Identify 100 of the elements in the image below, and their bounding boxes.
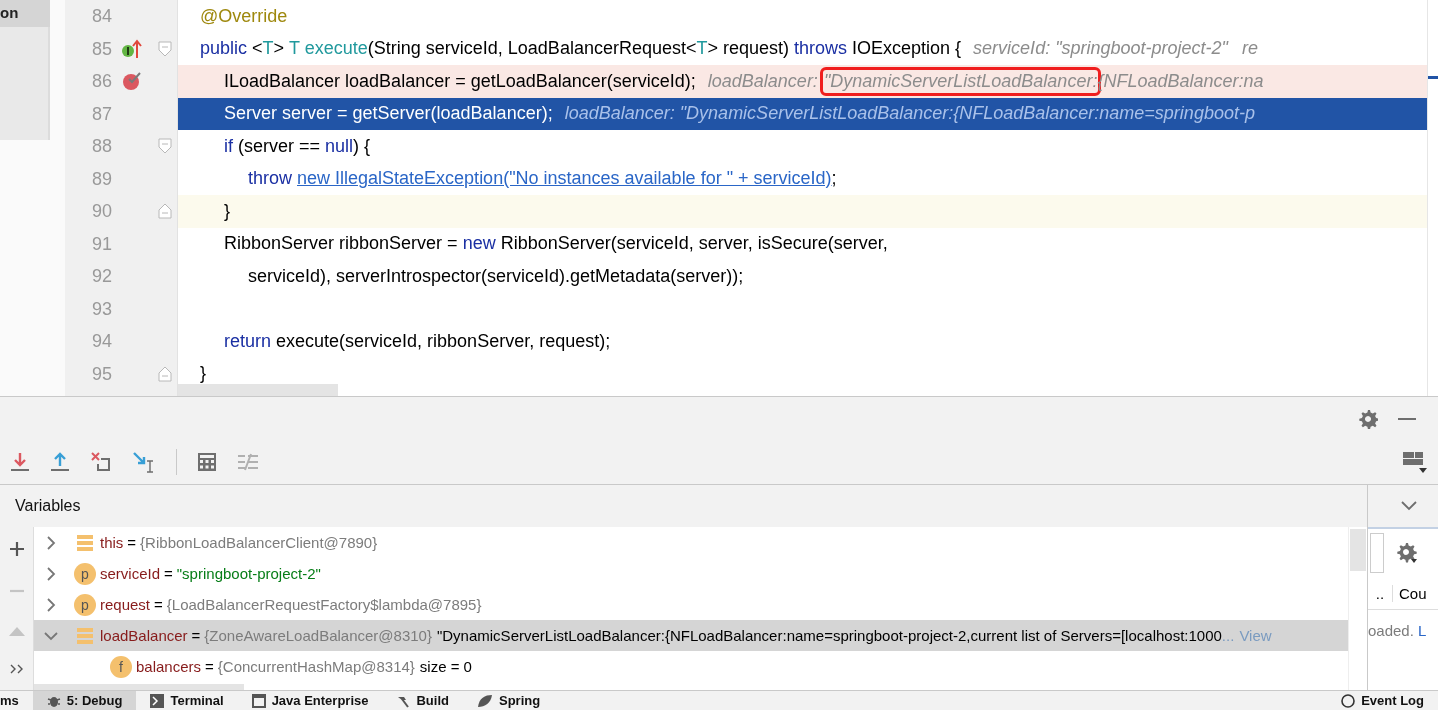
- code-text: }: [200, 363, 206, 385]
- equals-sign: =: [205, 658, 214, 675]
- string-value: "springboot-project-2": [176, 565, 321, 582]
- inline-value-hint: re: [1242, 38, 1259, 60]
- step-out-icon[interactable]: [50, 451, 70, 473]
- equals-sign: =: [154, 596, 163, 613]
- keyword-text: public: [200, 38, 248, 60]
- code-text: > request): [707, 38, 790, 60]
- implements-marker-icon[interactable]: [121, 37, 143, 60]
- ellipsis-text: ...: [1221, 627, 1235, 644]
- status-text: oaded.: [1368, 621, 1414, 639]
- variable-value: {ConcurrentHashMap@8314}: [217, 658, 415, 675]
- inline-value-hint: loadBalancer:: [707, 70, 818, 92]
- tool-window-tab[interactable]: ms: [0, 691, 33, 710]
- line-number: 86: [90, 70, 112, 93]
- variable-row[interactable]: p request = {LoadBalancerRequestFactory$lambda@7895}: [34, 589, 1348, 620]
- run-to-cursor-icon[interactable]: [132, 450, 156, 474]
- type-text: T: [696, 38, 708, 60]
- line-number: 95: [90, 362, 112, 386]
- drop-frame-icon[interactable]: [90, 451, 112, 473]
- line-number: 94: [90, 330, 112, 353]
- keyword-text: throw: [248, 168, 292, 190]
- code-text: Server server = getServer(loadBalancer);: [224, 103, 553, 125]
- add-icon[interactable]: [8, 541, 25, 557]
- scrollbar-thumb[interactable]: [1370, 533, 1384, 573]
- tool-window-tab[interactable]: Spring: [463, 691, 555, 710]
- type-text: T: [262, 38, 274, 60]
- code-text: (server ==: [237, 135, 322, 157]
- more-icon[interactable]: [8, 663, 25, 675]
- annotation-text: @Override: [200, 5, 288, 27]
- chevron-right-icon[interactable]: [46, 597, 56, 612]
- variable-type-badge: p: [74, 593, 96, 616]
- breakpoint-icon[interactable]: [121, 70, 143, 93]
- keyword-text: return: [224, 330, 272, 352]
- variable-value: {LoadBalancerRequestFactory$lambda@7895}: [166, 596, 482, 613]
- code-text: >: [273, 38, 286, 60]
- calculator-icon[interactable]: [197, 452, 217, 472]
- variable-type-badge: f: [110, 655, 132, 678]
- column-header[interactable]: Cou: [1393, 584, 1427, 602]
- load-link[interactable]: L: [1417, 621, 1427, 639]
- code-text: (String serviceId, LoadBalancerRequest<: [367, 38, 697, 60]
- line-number: 91: [90, 232, 112, 256]
- code-text: execute(serviceId, ribbonServer, request);: [275, 330, 611, 352]
- chevron-right-icon[interactable]: [46, 566, 56, 581]
- tool-window-tab[interactable]: Terminal: [136, 691, 238, 710]
- terminal-icon: [150, 693, 165, 708]
- equals-sign: =: [164, 565, 173, 582]
- line-number: 90: [90, 200, 112, 223]
- scrollbar-thumb[interactable]: [1350, 529, 1366, 571]
- field-stack-icon: [76, 625, 94, 646]
- tool-window-tab[interactable]: Java Enterprise: [237, 691, 383, 710]
- tool-window-tab[interactable]: Build: [382, 691, 463, 710]
- code-editor[interactable]: [65, 0, 1427, 396]
- fold-marker-icon[interactable]: [158, 40, 172, 57]
- code-text: RibbonServer(serviceId, server, isSecure(server,: [499, 233, 888, 255]
- variable-name: balancers: [136, 658, 202, 675]
- field-stack-icon: [76, 532, 94, 553]
- variable-row[interactable]: this = {RibbonLoadBalancerClient@7890}: [34, 527, 1348, 558]
- event-log-tab[interactable]: Event Log: [1327, 691, 1438, 710]
- chevron-down-icon[interactable]: [1401, 501, 1417, 511]
- variable-row[interactable]: p serviceId = "springboot-project-2": [34, 558, 1348, 589]
- code-text: RibbonServer ribbonServer =: [224, 233, 459, 255]
- variable-type-badge: p: [74, 562, 96, 585]
- line-number: 93: [90, 297, 112, 321]
- chevron-down-icon[interactable]: [44, 630, 58, 641]
- column-header[interactable]: ..: [1368, 584, 1393, 602]
- tree-item[interactable]: on: [0, 0, 50, 27]
- variable-value: {ZoneAwareLoadBalancer@8310}: [204, 627, 432, 644]
- variable-row[interactable]: f balancers = {ConcurrentHashMap@8314} size = 0: [34, 651, 1348, 682]
- line-number: 88: [90, 135, 112, 158]
- type-text: T execute: [289, 38, 368, 60]
- equals-sign: =: [127, 534, 137, 551]
- variable-value: {RibbonLoadBalancerClient@7890}: [140, 534, 378, 551]
- step-into-icon[interactable]: [10, 451, 30, 473]
- fold-marker-icon[interactable]: [158, 138, 172, 155]
- code-text: }: [224, 200, 230, 222]
- settings-icon[interactable]: [1396, 542, 1418, 564]
- line-number: 92: [90, 265, 112, 288]
- equals-sign: =: [191, 627, 201, 644]
- variable-row[interactable]: loadBalancer = {ZoneAwareLoadBalancer@8310} "DynamicServerListLoadBalancer:{NFLoadBalancer:name=springboot-project-2,current list of Servers=[localhost:1000... View: [34, 620, 1348, 651]
- line-number: 87: [90, 102, 112, 126]
- code-text: serviceId), serverIntrospector(serviceId).getMetadata(server));: [248, 265, 744, 287]
- code-link[interactable]: new IllegalStateException("No instances available for " + serviceId): [297, 168, 832, 190]
- scrollbar-thumb[interactable]: [34, 684, 244, 690]
- balloon-icon: [1341, 693, 1356, 708]
- line-number: 84: [90, 5, 112, 28]
- code-text: ILoadBalancer loadBalancer = getLoadBalancer(serviceId);: [224, 70, 696, 92]
- settings-icon[interactable]: [1358, 408, 1378, 429]
- keyword-text: if: [224, 135, 233, 157]
- chevron-right-icon[interactable]: [46, 535, 56, 550]
- variable-name: serviceId: [100, 565, 161, 582]
- variable-name: this: [100, 534, 124, 551]
- scroll-marker: [1428, 76, 1438, 79]
- tool-window-tab[interactable]: 5: Debug: [32, 691, 137, 710]
- code-text: ;: [831, 168, 837, 190]
- scrollbar-thumb[interactable]: [178, 384, 338, 396]
- inline-value-hint: serviceId: "springboot-project-2": [973, 38, 1228, 60]
- layout-icon[interactable]: [1402, 450, 1428, 474]
- code-text: ) {: [353, 135, 371, 157]
- value-description: size = 0: [419, 658, 472, 675]
